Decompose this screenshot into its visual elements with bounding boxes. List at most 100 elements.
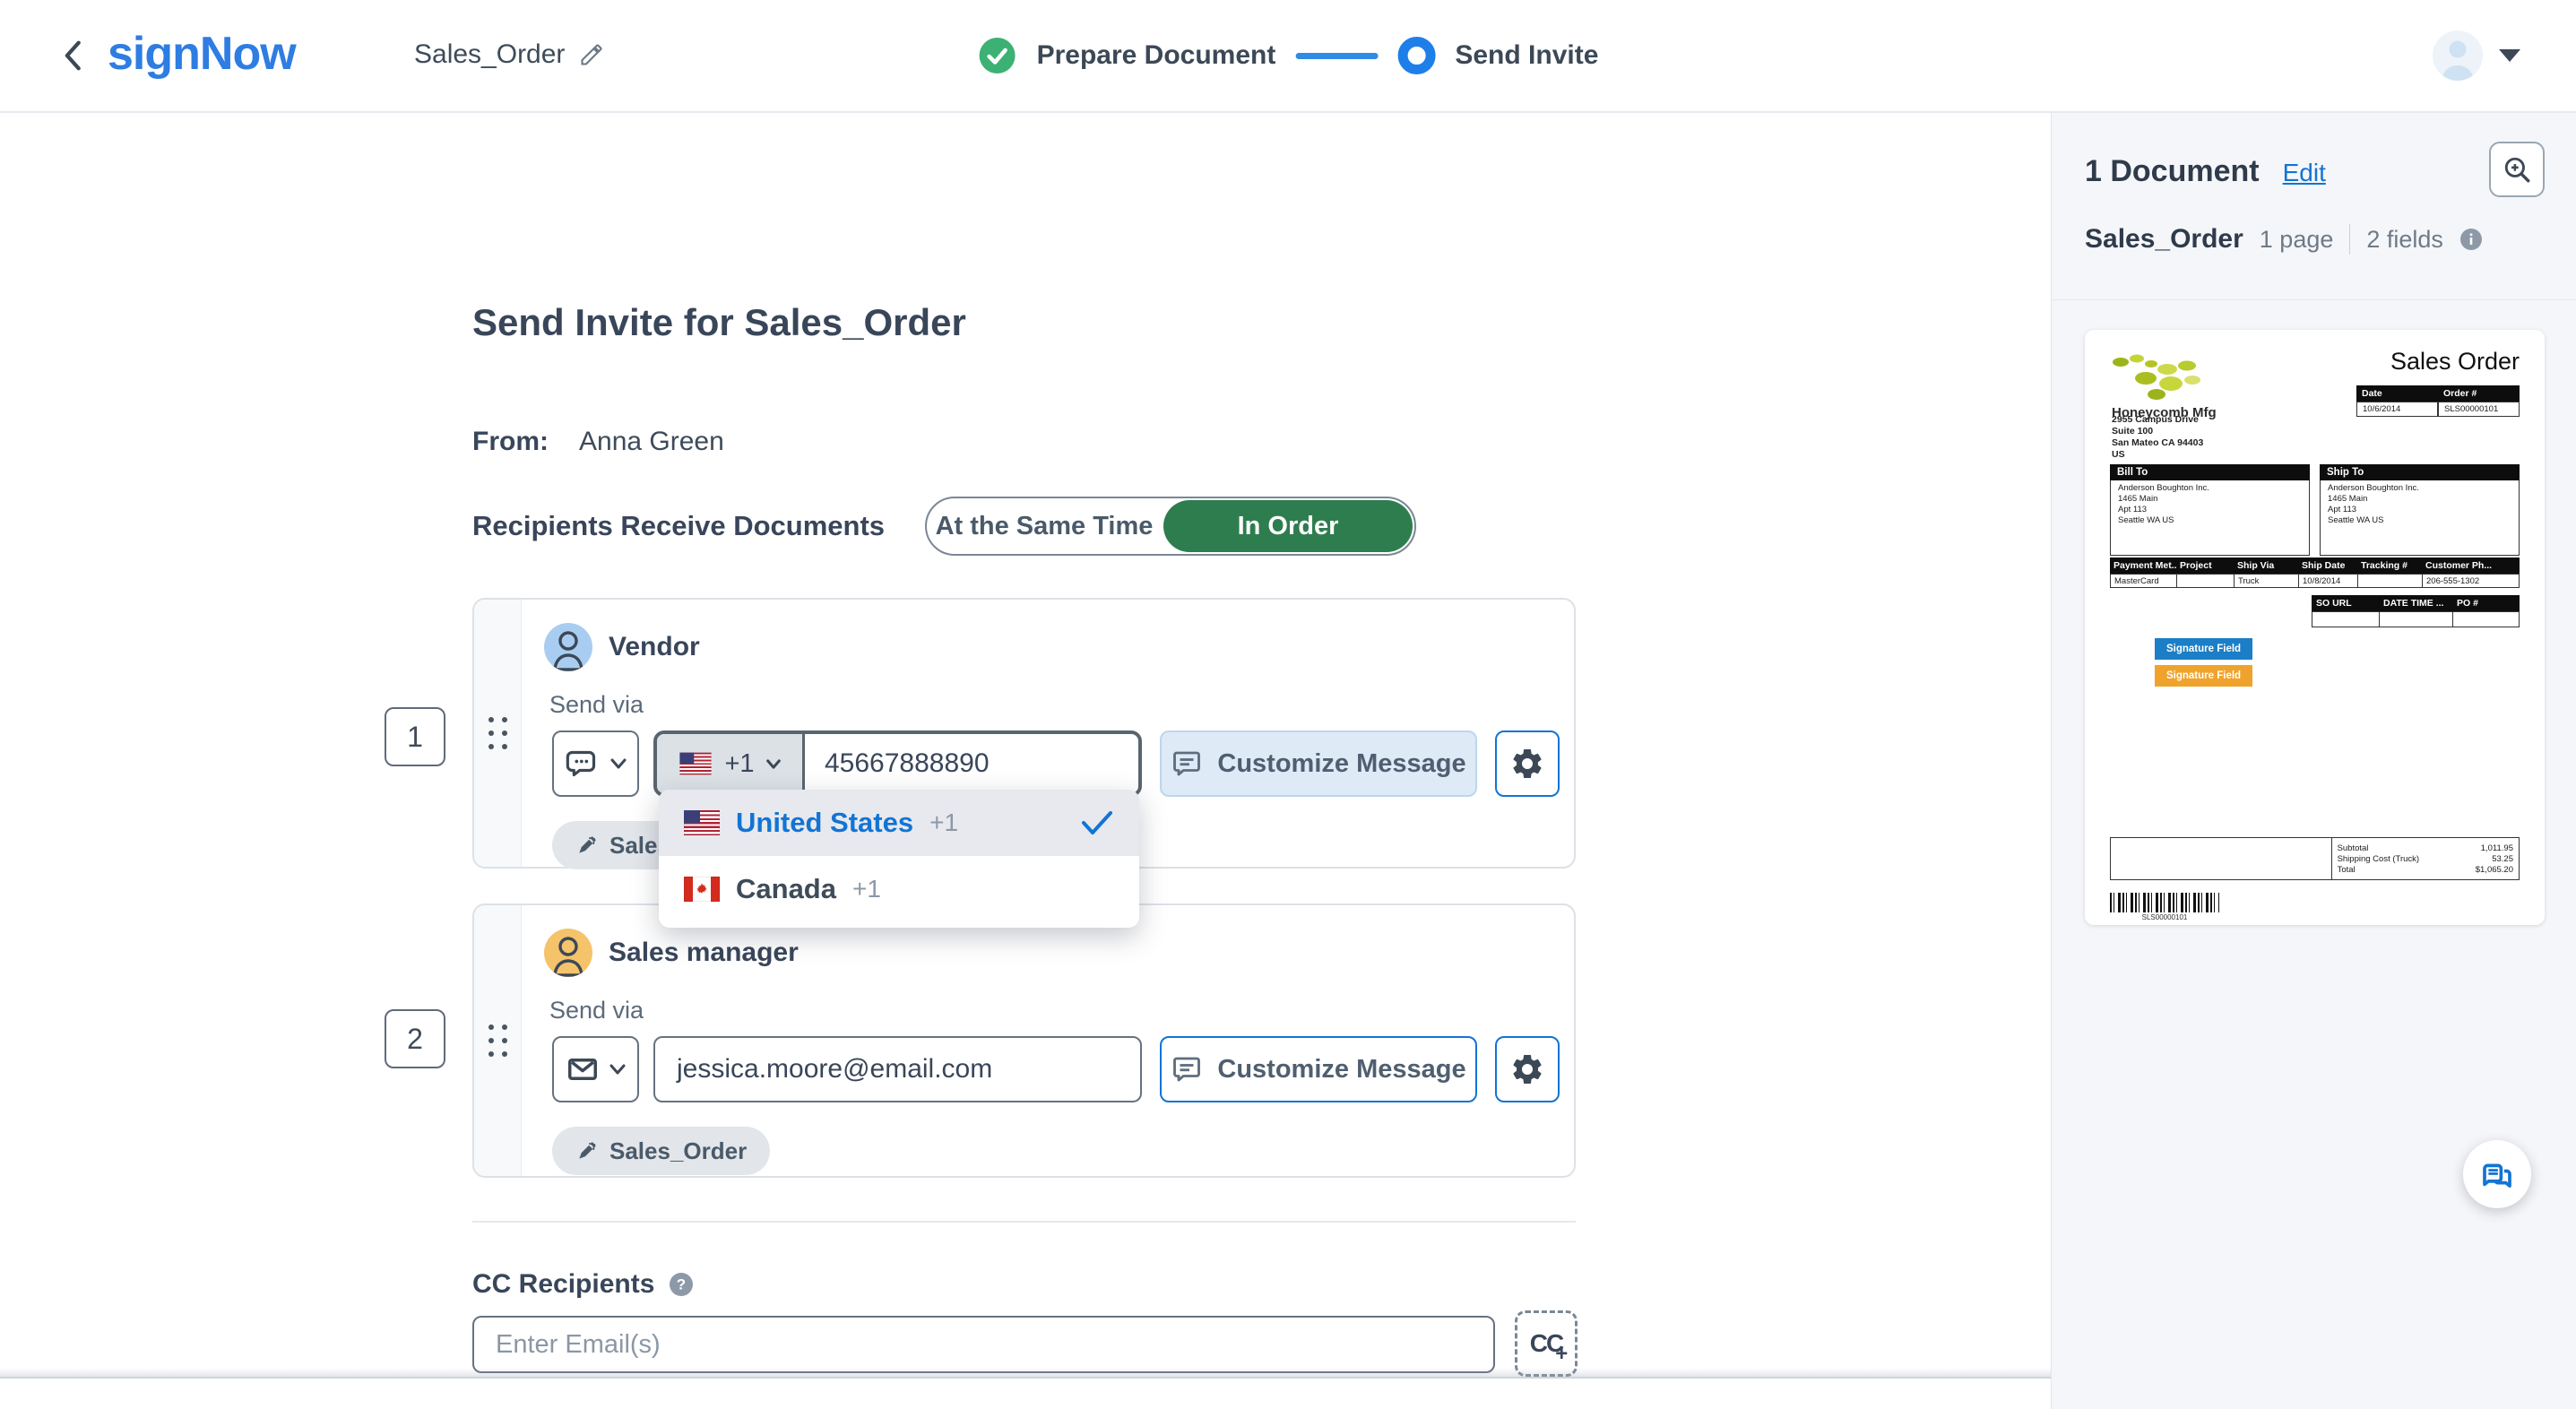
sidebar-divider xyxy=(2052,299,2576,300)
preview-totals-table: Subtotal 1,011.95 Shipping Cost (Truck) 53… xyxy=(2110,837,2520,880)
step-active-ring-icon xyxy=(1397,37,1436,74)
document-title: Sales_Order xyxy=(414,39,566,69)
add-cc-button[interactable]: CC + xyxy=(1515,1310,1578,1377)
recipient-2-controls: jessica.moore@email.com Customize Messag… xyxy=(552,1036,1560,1102)
recipient-1-avatar xyxy=(544,623,592,671)
barcode xyxy=(2110,893,2219,912)
pen-document-icon xyxy=(575,834,599,857)
edit-documents-link[interactable]: Edit xyxy=(2283,159,2326,187)
back-button[interactable] xyxy=(52,34,95,77)
recipient-2-role: Sales manager xyxy=(609,938,799,967)
page-title: Send Invite for Sales_Order xyxy=(472,301,966,343)
message-icon xyxy=(1171,1053,1203,1085)
svg-text:?: ? xyxy=(677,1276,686,1293)
help-chat-button[interactable] xyxy=(2463,1140,2531,1208)
caret-down-icon xyxy=(2499,49,2520,62)
canada-flag-icon xyxy=(684,877,720,902)
us-flag-icon xyxy=(679,752,713,775)
cc-section-divider xyxy=(472,1221,1576,1223)
signature-field-orange[interactable]: Signature Field xyxy=(2155,665,2253,687)
back-chevron-icon xyxy=(60,38,87,73)
cc-recipients-label: CC Recipients xyxy=(472,1269,655,1299)
preview-date-table: Date Order # 10/6/2014 SLS00000101 xyxy=(2356,385,2520,417)
send-invite-page: signNow Sales_Order Prepare Document Sen… xyxy=(0,0,2576,1409)
preview-payment-table: Payment Met... Project Ship Via Ship Dat… xyxy=(2110,558,2520,588)
top-header: signNow Sales_Order Prepare Document Sen… xyxy=(0,0,2576,113)
customize-message-button[interactable]: Customize Message xyxy=(1160,1036,1477,1102)
recipient-settings-button[interactable] xyxy=(1495,730,1560,797)
step-connector-line xyxy=(1295,52,1379,59)
pen-document-icon xyxy=(575,1139,599,1163)
country-name: United States xyxy=(736,807,914,838)
barcode-text: SLS00000101 xyxy=(2141,913,2188,921)
document-meta-row: Sales_Order 1 page 2 fields xyxy=(2085,224,2483,255)
country-option-canada[interactable]: Canada +1 xyxy=(659,856,1139,922)
document-sidebar: 1 Document Edit Sales_Order 1 page 2 fie… xyxy=(2051,111,2576,1409)
recipient-1-strip xyxy=(474,600,522,867)
country-code: +1 xyxy=(724,748,755,778)
preview-company-name: Honeycomb Mfg xyxy=(2112,405,2217,420)
document-preview-thumbnail[interactable]: Honeycomb Mfg 2955 Campus Drive Suite 10… xyxy=(2085,330,2545,925)
receive-order-toggle[interactable]: At the Same Time In Order xyxy=(925,497,1416,556)
sms-icon xyxy=(565,746,601,782)
country-name: Canada xyxy=(736,873,836,904)
footer-divider xyxy=(0,1377,2051,1379)
sidebar-header: 1 Document Edit xyxy=(2085,154,2326,189)
toggle-in-order[interactable]: In Order xyxy=(1163,500,1413,552)
country-dial-code: +1 xyxy=(851,875,881,903)
toggle-same-time[interactable]: At the Same Time xyxy=(927,512,1162,541)
gear-icon xyxy=(1509,746,1545,782)
drag-handle[interactable] xyxy=(488,717,507,749)
country-code-select[interactable]: +1 xyxy=(657,734,805,793)
phone-number-input[interactable]: 45667888890 xyxy=(805,734,1138,793)
recipient-2-number: 2 xyxy=(385,1009,445,1068)
field-count: 2 fields xyxy=(2366,225,2443,253)
signnow-logo[interactable]: signNow xyxy=(108,27,297,81)
info-icon[interactable] xyxy=(2459,228,2483,251)
user-avatar xyxy=(2433,30,2483,81)
sms-method-select[interactable] xyxy=(552,730,639,797)
drag-handle[interactable] xyxy=(488,1024,507,1057)
page-count: 1 page xyxy=(2259,225,2334,253)
main-pane: Send Invite for Sales_Order From: Anna G… xyxy=(0,111,2051,1409)
help-icon[interactable]: ? xyxy=(669,1272,694,1297)
chevron-down-icon xyxy=(609,757,627,770)
receive-order-label: Recipients Receive Documents xyxy=(472,510,886,541)
rename-pencil-icon[interactable] xyxy=(579,42,604,67)
country-dropdown: United States +1 Canada +1 xyxy=(659,790,1139,928)
customize-message-label: Customize Message xyxy=(1217,1054,1466,1084)
preview-zoom-button[interactable] xyxy=(2489,142,2545,197)
document-name: Sales_Order xyxy=(2085,224,2243,254)
phone-input-group: +1 45667888890 xyxy=(653,730,1142,797)
cc-recipients-header: CC Recipients ? xyxy=(472,1269,694,1300)
recipient-2-avatar xyxy=(544,929,592,977)
email-address-input[interactable]: jessica.moore@email.com xyxy=(653,1036,1142,1102)
honeycomb-logo-icon xyxy=(2110,351,2210,403)
progress-stepper: Prepare Document Send Invite xyxy=(978,0,1598,111)
recipient-settings-button[interactable] xyxy=(1495,1036,1560,1102)
account-menu[interactable] xyxy=(2433,30,2520,81)
chevron-down-icon xyxy=(609,1063,627,1076)
chat-icon xyxy=(2478,1155,2516,1193)
magnifier-plus-icon xyxy=(2502,154,2532,185)
country-option-united-states[interactable]: United States +1 xyxy=(659,790,1139,856)
recipient-1-controls: +1 45667888890 Customize Message xyxy=(552,730,1560,797)
send-via-label: Send via xyxy=(549,997,644,1024)
email-method-select[interactable] xyxy=(552,1036,639,1102)
gear-icon xyxy=(1509,1051,1545,1087)
signature-field-blue[interactable]: Signature Field xyxy=(2155,638,2253,660)
preview-company-address: 2955 Campus Drive Suite 100 San Mateo CA… xyxy=(2112,414,2204,460)
recipient-2-card: Sales manager Send via jessica.moore@ema… xyxy=(472,903,1576,1178)
recipient-2-strip xyxy=(474,905,522,1176)
from-row: From: Anna Green xyxy=(472,427,724,457)
cc-email-input[interactable] xyxy=(472,1316,1495,1373)
cc-plus-icon: CC + xyxy=(1529,1329,1568,1366)
customize-message-button[interactable]: Customize Message xyxy=(1160,730,1477,797)
document-title-group: Sales_Order xyxy=(414,39,604,70)
step-prepare-document[interactable]: Prepare Document xyxy=(1037,40,1276,71)
chip-document-name: Sales_Order xyxy=(609,1137,748,1164)
message-icon xyxy=(1171,748,1203,780)
chevron-down-icon xyxy=(765,758,782,770)
recipient-1-number: 1 xyxy=(385,707,445,766)
send-via-label: Send via xyxy=(549,691,644,718)
